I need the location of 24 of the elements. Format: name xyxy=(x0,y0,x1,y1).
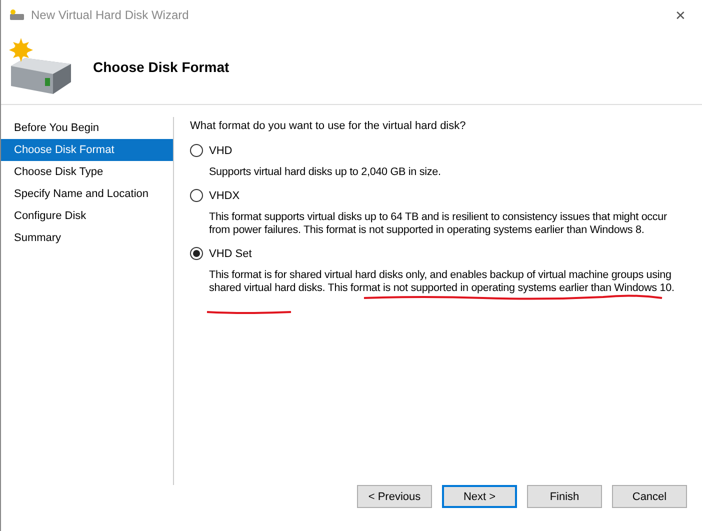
option-description: Supports virtual hard disks up to 2,040 GB in size. xyxy=(209,166,442,179)
option-description: This format is for shared virtual hard disks only, and enables backup of virtual machine groups using shared virtual hard disks. This format is not supported in operating systems earlier than Windows 10. xyxy=(209,269,702,295)
step-item[interactable]: Choose Disk Format xyxy=(1,139,173,161)
window-title: New Virtual Hard Disk Wizard xyxy=(31,8,190,22)
option-description: This format supports virtual disks up to 64 TB and is resilient to consistency issues that might occur from power failures. This format is not supported in operating systems earlier than Windows 8. xyxy=(209,211,668,237)
page-title: Choose Disk Format xyxy=(93,59,230,75)
wizard-button[interactable]: Cancel xyxy=(612,485,687,508)
step-item[interactable]: Specify Name and Location xyxy=(1,183,173,205)
option-label: VHD xyxy=(209,144,232,156)
question-text: What format do you want to use for the virtual hard disk? xyxy=(190,120,467,132)
disk-icon xyxy=(9,9,25,21)
step-item[interactable]: Configure Disk xyxy=(1,205,173,227)
step-item[interactable]: Before You Begin xyxy=(1,117,173,139)
radio-button[interactable] xyxy=(190,189,203,202)
close-button[interactable]: ✕ xyxy=(667,8,694,22)
step-item[interactable]: Summary xyxy=(1,227,173,249)
step-item[interactable]: Choose Disk Type xyxy=(1,161,173,183)
wizard-button[interactable]: Finish xyxy=(527,485,602,508)
option-label: VHDX xyxy=(209,190,240,202)
radio-button[interactable] xyxy=(190,144,203,157)
wizard-button[interactable]: Next > xyxy=(442,485,517,508)
wizard-button[interactable]: < Previous xyxy=(357,485,432,508)
option-label: VHD Set xyxy=(209,248,252,260)
radio-button[interactable] xyxy=(190,247,203,260)
